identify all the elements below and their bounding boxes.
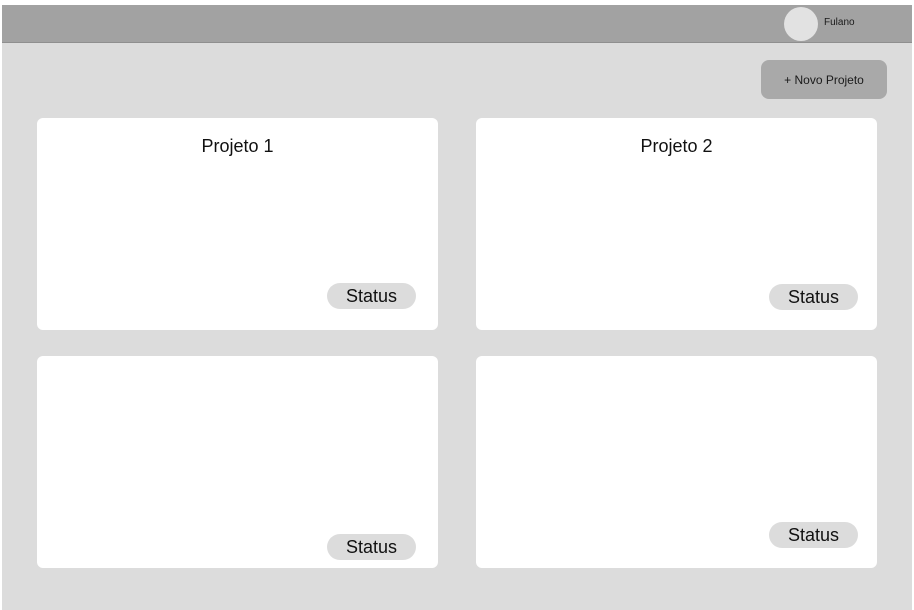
- project-card-4[interactable]: Status: [476, 356, 877, 568]
- top-bar: Fulano: [2, 5, 912, 43]
- status-badge: Status: [327, 534, 416, 560]
- project-title: Projeto 1: [201, 136, 274, 156]
- app-frame: Fulano + Novo Projeto Projeto 1 Status P…: [2, 5, 912, 610]
- project-title: Projeto 2: [640, 136, 713, 156]
- status-badge: Status: [769, 284, 858, 310]
- status-badge: Status: [327, 283, 416, 309]
- project-card-3[interactable]: Status: [37, 356, 438, 568]
- avatar[interactable]: [784, 7, 818, 41]
- project-card-2[interactable]: Projeto 2 Status: [476, 118, 877, 330]
- new-project-button[interactable]: + Novo Projeto: [761, 60, 887, 99]
- status-badge: Status: [769, 522, 858, 548]
- project-card-1[interactable]: Projeto 1 Status: [37, 118, 438, 330]
- user-name: Fulano: [824, 17, 855, 28]
